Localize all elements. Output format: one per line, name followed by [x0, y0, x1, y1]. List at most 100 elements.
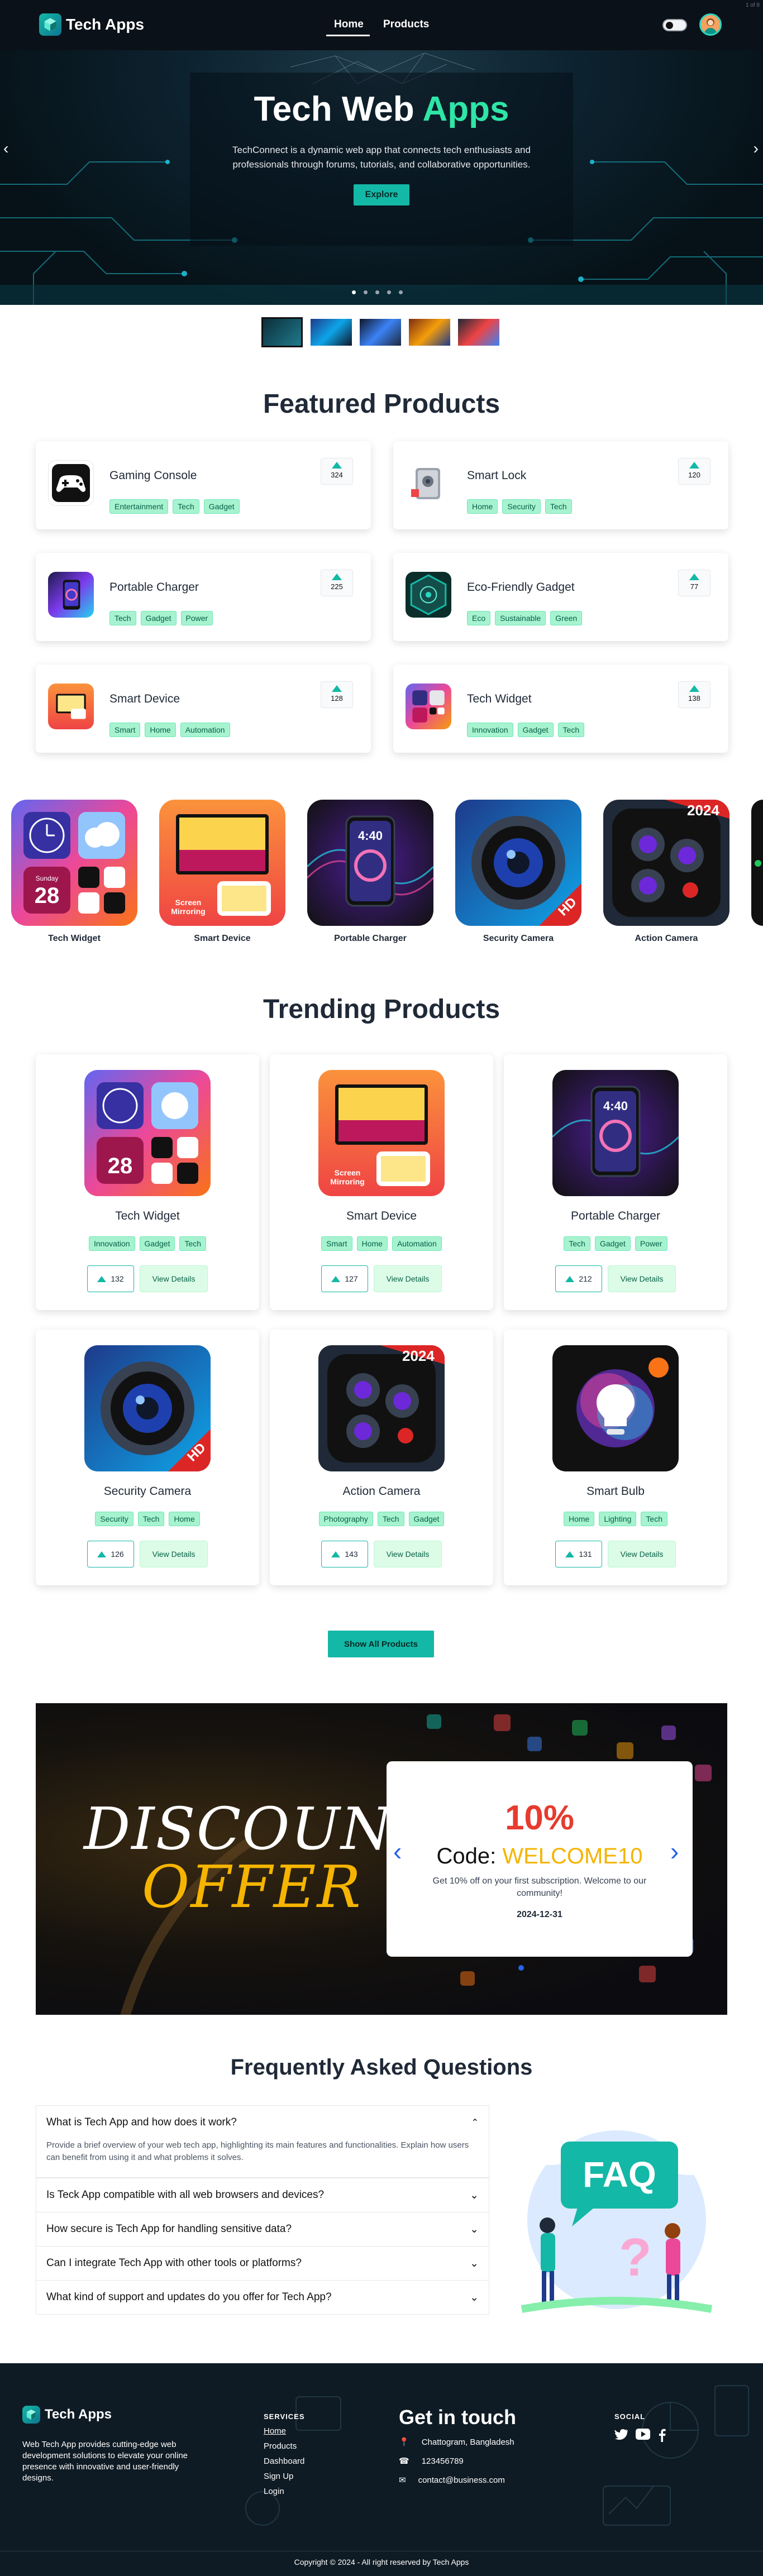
featured-card[interactable]: Smart Lock Home Security Tech 120 — [393, 441, 728, 529]
tag[interactable]: Home — [564, 1512, 595, 1526]
upvote-button[interactable]: 225 — [321, 570, 353, 596]
upvote-button[interactable]: 138 — [678, 681, 710, 708]
product-name[interactable]: Smart Device — [109, 692, 180, 706]
faq-item[interactable]: Can I integrate Tech App with other tool… — [36, 2246, 489, 2281]
brand[interactable]: Tech Apps — [39, 13, 144, 36]
tag[interactable]: Innovation — [467, 723, 513, 737]
hero-dot[interactable] — [364, 290, 368, 294]
facebook-icon[interactable] — [658, 2429, 666, 2442]
hero-dot[interactable] — [387, 290, 391, 294]
featured-card[interactable]: Gaming Console Entertainment Tech Gadget… — [36, 441, 371, 529]
hero-prev-arrow[interactable]: ‹ — [3, 140, 8, 157]
tag[interactable]: Tech — [109, 611, 136, 625]
tag[interactable]: Green — [550, 611, 583, 625]
carousel-image[interactable]: Screen Mirroring — [159, 800, 285, 926]
product-name[interactable]: Portable Charger — [109, 581, 199, 594]
trending-card[interactable]: Screen Mirroring Smart Device Smart Home… — [270, 1054, 493, 1310]
upvote-button[interactable]: 132 — [87, 1265, 134, 1292]
view-details-button[interactable]: View Details — [374, 1541, 442, 1567]
featured-card[interactable]: Tech Widget Innovation Gadget Tech 138 — [393, 665, 728, 753]
carousel-image[interactable]: HD — [455, 800, 581, 926]
user-avatar[interactable] — [699, 13, 722, 36]
product-name[interactable]: Portable Charger — [504, 1210, 727, 1223]
show-all-products-button[interactable]: Show All Products — [328, 1631, 434, 1657]
upvote-button[interactable]: 212 — [555, 1265, 602, 1292]
tag[interactable]: Tech — [377, 1512, 404, 1526]
upvote-button[interactable]: 131 — [555, 1541, 602, 1567]
tag[interactable]: Gadget — [203, 499, 240, 514]
product-name[interactable]: Security Camera — [36, 1485, 259, 1498]
product-name[interactable]: Eco-Friendly Gadget — [467, 581, 575, 594]
tag[interactable]: Sustainable — [495, 611, 546, 625]
trending-card[interactable]: 28 Tech Widget Innovation Gadget Tech 13… — [36, 1054, 259, 1310]
tag[interactable]: Home — [467, 499, 498, 514]
nav-products-link[interactable]: Products — [383, 18, 429, 31]
view-details-button[interactable]: View Details — [374, 1265, 442, 1292]
carousel-image-partial[interactable] — [751, 800, 763, 926]
upvote-button[interactable]: 128 — [321, 681, 353, 708]
tag[interactable]: Home — [145, 723, 176, 737]
footer-link-products[interactable]: Products — [264, 2441, 305, 2451]
faq-item[interactable]: Is Teck App compatible with all web brow… — [36, 2178, 489, 2212]
featured-card[interactable]: Portable Charger Tech Gadget Power 225 — [36, 553, 371, 641]
tag[interactable]: Automation — [180, 723, 230, 737]
carousel-image[interactable]: 4:40 — [307, 800, 433, 926]
carousel-image[interactable]: 2024 — [603, 800, 729, 926]
trending-card[interactable]: HD Security Camera Security Tech Home 12… — [36, 1330, 259, 1585]
footer-brand[interactable]: Tech Apps — [22, 2406, 112, 2424]
hero-thumbnail[interactable] — [261, 317, 303, 347]
tag[interactable]: Gadget — [408, 1512, 445, 1526]
upvote-button[interactable]: 127 — [321, 1265, 368, 1292]
faq-item-expanded[interactable]: What is Tech App and how does it work? ⌃ … — [36, 2105, 489, 2178]
product-name[interactable]: Tech Widget — [36, 1210, 259, 1223]
upvote-button[interactable]: 126 — [87, 1541, 134, 1567]
tag[interactable]: Tech — [137, 1512, 165, 1526]
tag[interactable]: Tech — [179, 1236, 207, 1251]
footer-link-login[interactable]: Login — [264, 2487, 305, 2496]
trending-card[interactable]: 4:40 Portable Charger Tech Gadget Power … — [504, 1054, 727, 1310]
upvote-button[interactable]: 120 — [678, 458, 710, 485]
tag[interactable]: Tech — [173, 499, 199, 514]
carousel-image[interactable]: Sunday 28 — [11, 800, 137, 926]
youtube-icon[interactable] — [636, 2429, 650, 2440]
product-name[interactable]: Gaming Console — [109, 469, 197, 482]
coupon-code[interactable]: WELCOME10 — [502, 1844, 642, 1868]
tag[interactable]: Security — [502, 499, 541, 514]
contact-email[interactable]: ✉ contact@business.com — [399, 2475, 516, 2486]
tag[interactable]: Power — [635, 1236, 667, 1251]
tag[interactable]: Tech — [545, 499, 572, 514]
view-details-button[interactable]: View Details — [608, 1265, 676, 1292]
coupon-dot[interactable] — [518, 1965, 524, 1971]
upvote-button[interactable]: 143 — [321, 1541, 368, 1567]
featured-card[interactable]: Smart Device Smart Home Automation 128 — [36, 665, 371, 753]
view-details-button[interactable]: View Details — [140, 1541, 208, 1567]
tag[interactable]: Power — [180, 611, 213, 625]
product-name[interactable]: Tech Widget — [467, 692, 532, 706]
tag[interactable]: Gadget — [594, 1236, 631, 1251]
faq-item[interactable]: What kind of support and updates do you … — [36, 2280, 489, 2315]
tag[interactable]: Gadget — [140, 611, 177, 625]
footer-link-home[interactable]: Home — [264, 2426, 305, 2436]
product-name[interactable]: Smart Lock — [467, 469, 526, 482]
product-name[interactable]: Smart Bulb — [504, 1485, 727, 1498]
footer-link-dashboard[interactable]: Dashboard — [264, 2456, 305, 2466]
faq-item[interactable]: How secure is Tech App for handling sens… — [36, 2212, 489, 2247]
footer-link-signup[interactable]: Sign Up — [264, 2472, 305, 2481]
product-name[interactable]: Smart Device — [270, 1210, 493, 1223]
contact-phone[interactable]: ☎ 123456789 — [399, 2456, 516, 2467]
tag[interactable]: Innovation — [88, 1236, 135, 1251]
twitter-icon[interactable] — [614, 2429, 628, 2441]
tag[interactable]: Eco — [467, 611, 491, 625]
tag[interactable]: Lighting — [599, 1512, 637, 1526]
theme-toggle[interactable] — [662, 19, 687, 31]
tag[interactable]: Automation — [392, 1236, 442, 1251]
trending-card[interactable]: 2024 Action Camera Photography Tech Gadg… — [270, 1330, 493, 1585]
featured-card[interactable]: Eco-Friendly Gadget Eco Sustainable Gree… — [393, 553, 728, 641]
tag[interactable]: Tech — [557, 723, 585, 737]
hero-dot[interactable] — [352, 290, 356, 294]
coupon-prev-arrow[interactable]: ‹ — [393, 1838, 402, 1864]
nav-home-link[interactable]: Home — [334, 18, 364, 31]
hero-thumbnail[interactable] — [458, 319, 499, 346]
hero-dot[interactable] — [399, 290, 403, 294]
view-details-button[interactable]: View Details — [608, 1541, 676, 1567]
